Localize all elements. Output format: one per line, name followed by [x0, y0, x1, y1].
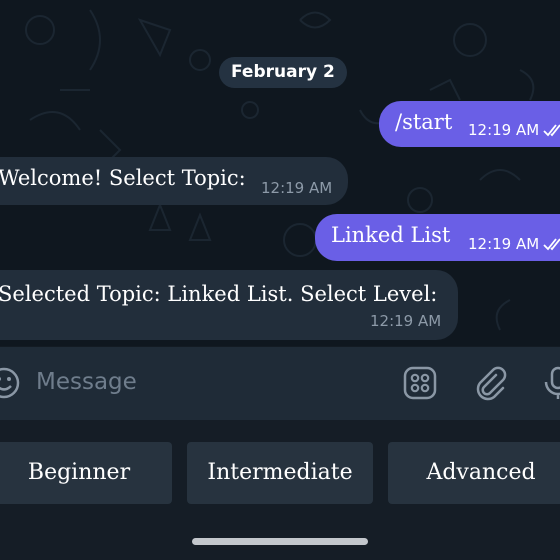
- message-time: 12:19 AM: [370, 312, 442, 330]
- message-text: Selected Topic: Linked List. Select Leve…: [0, 282, 438, 306]
- message-time: 12:19 AM: [261, 179, 333, 197]
- message-bubble-incoming[interactable]: Selected Topic: Linked List. Select Leve…: [0, 270, 458, 340]
- chat-area: February 2 /start 12:19 AM Welcome! Sele…: [0, 0, 560, 346]
- message-text: Welcome! Select Topic:: [0, 166, 246, 190]
- message-bubble-incoming[interactable]: Welcome! Select Topic: 12:19 AM: [0, 157, 348, 205]
- bot-commands-icon[interactable]: [402, 365, 438, 401]
- message-input-placeholder: Message: [36, 369, 137, 395]
- microphone-icon[interactable]: [540, 365, 560, 401]
- message-time: 12:19 AM: [468, 235, 540, 253]
- date-separator: February 2: [219, 57, 347, 88]
- message-bubble-outgoing[interactable]: Linked List 12:19 AM: [315, 214, 560, 261]
- attach-icon[interactable]: [472, 365, 508, 401]
- read-checkmarks-icon: [543, 124, 560, 137]
- message-text: /start: [395, 110, 453, 134]
- home-indicator[interactable]: [192, 538, 368, 545]
- emoji-icon[interactable]: [0, 365, 22, 401]
- message-composer: Message: [0, 346, 560, 421]
- reply-keyboard: Beginner Intermediate Advanced: [0, 420, 560, 560]
- keyboard-button-advanced[interactable]: Advanced: [388, 442, 560, 504]
- message-bubble-outgoing[interactable]: /start 12:19 AM: [379, 101, 560, 147]
- read-checkmarks-icon: [543, 238, 560, 251]
- message-time: 12:19 AM: [468, 121, 540, 139]
- keyboard-button-intermediate[interactable]: Intermediate: [187, 442, 373, 504]
- message-text: Linked List: [331, 223, 451, 247]
- keyboard-button-beginner[interactable]: Beginner: [0, 442, 172, 504]
